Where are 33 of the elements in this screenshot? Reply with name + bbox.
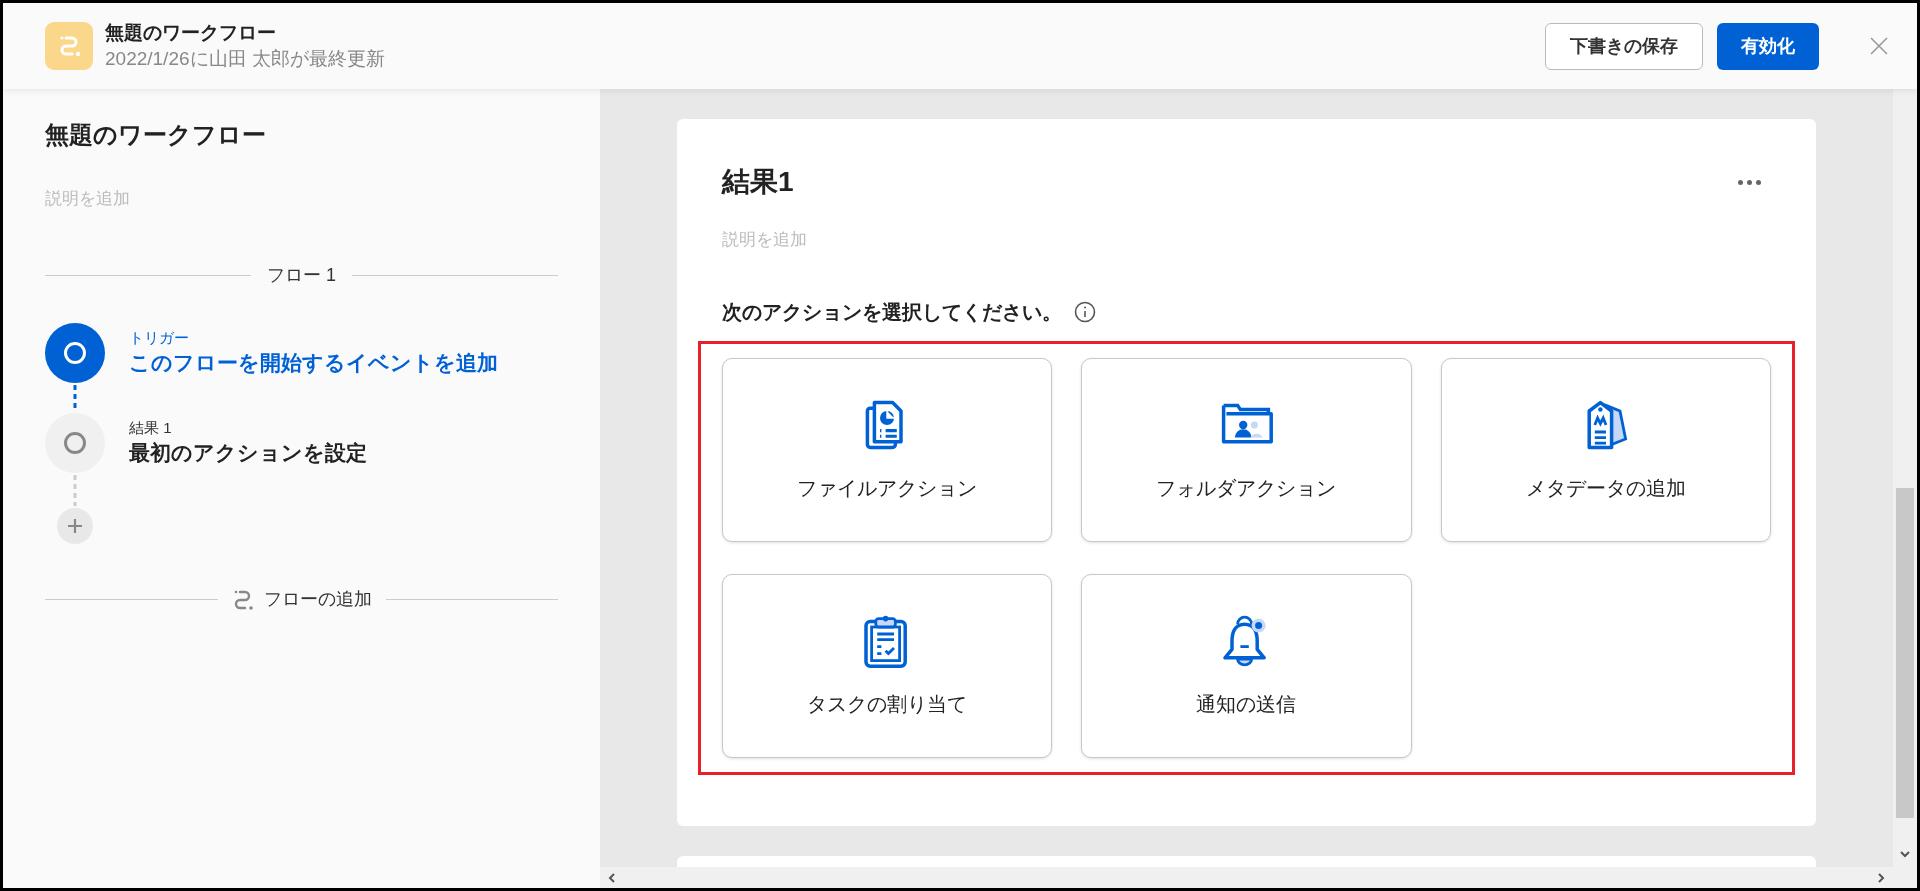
- close-icon: [1870, 37, 1888, 55]
- add-flow-button[interactable]: フローの追加: [231, 586, 372, 613]
- card-title: 結果1: [722, 165, 794, 199]
- step-title[interactable]: このフローを開始するイベントを追加: [129, 348, 498, 378]
- add-step-button[interactable]: [57, 508, 93, 544]
- workflow-app-icon: [45, 22, 93, 70]
- activate-button[interactable]: 有効化: [1717, 22, 1819, 70]
- last-updated-text: 2022/1/26に山田 太郎が最終更新: [105, 47, 385, 71]
- action-tile[interactable]: タスクの割り当て: [722, 574, 1053, 758]
- scroll-right-icon[interactable]: [1875, 871, 1887, 884]
- step-label: 結果 1: [129, 418, 173, 438]
- flow-label: フロー 1: [267, 264, 336, 287]
- action-tile[interactable]: フォルダアクション: [1081, 358, 1412, 542]
- scroll-down-icon[interactable]: [1899, 848, 1911, 860]
- vertical-scrollbar[interactable]: [1893, 89, 1917, 888]
- info-icon[interactable]: [1074, 301, 1096, 323]
- step-label: トリガー: [129, 328, 190, 348]
- action-tile[interactable]: メタデータの追加: [1440, 358, 1771, 542]
- step-title[interactable]: 最初のアクションを設定: [129, 438, 367, 468]
- scrollbar-thumb[interactable]: [1896, 488, 1914, 818]
- sidebar-title: 無題のワークフロー: [45, 120, 267, 150]
- action-tile[interactable]: ファイルアクション: [722, 358, 1053, 542]
- save-draft-button[interactable]: 下書きの保存: [1545, 22, 1703, 70]
- prompt-text: 次のアクションを選択してください。: [722, 300, 1062, 325]
- plus-icon: [67, 518, 83, 534]
- description-field[interactable]: 説明を追加: [722, 227, 1022, 253]
- horizontal-scrollbar[interactable]: [600, 867, 1893, 888]
- action-tile[interactable]: 通知の送信: [1081, 574, 1412, 758]
- description-field[interactable]: 説明を追加: [45, 186, 345, 212]
- workflow-title: 無題のワークフロー: [105, 21, 277, 45]
- connector-line: [73, 473, 77, 508]
- step-node[interactable]: [45, 323, 105, 383]
- scroll-left-icon[interactable]: [606, 871, 618, 884]
